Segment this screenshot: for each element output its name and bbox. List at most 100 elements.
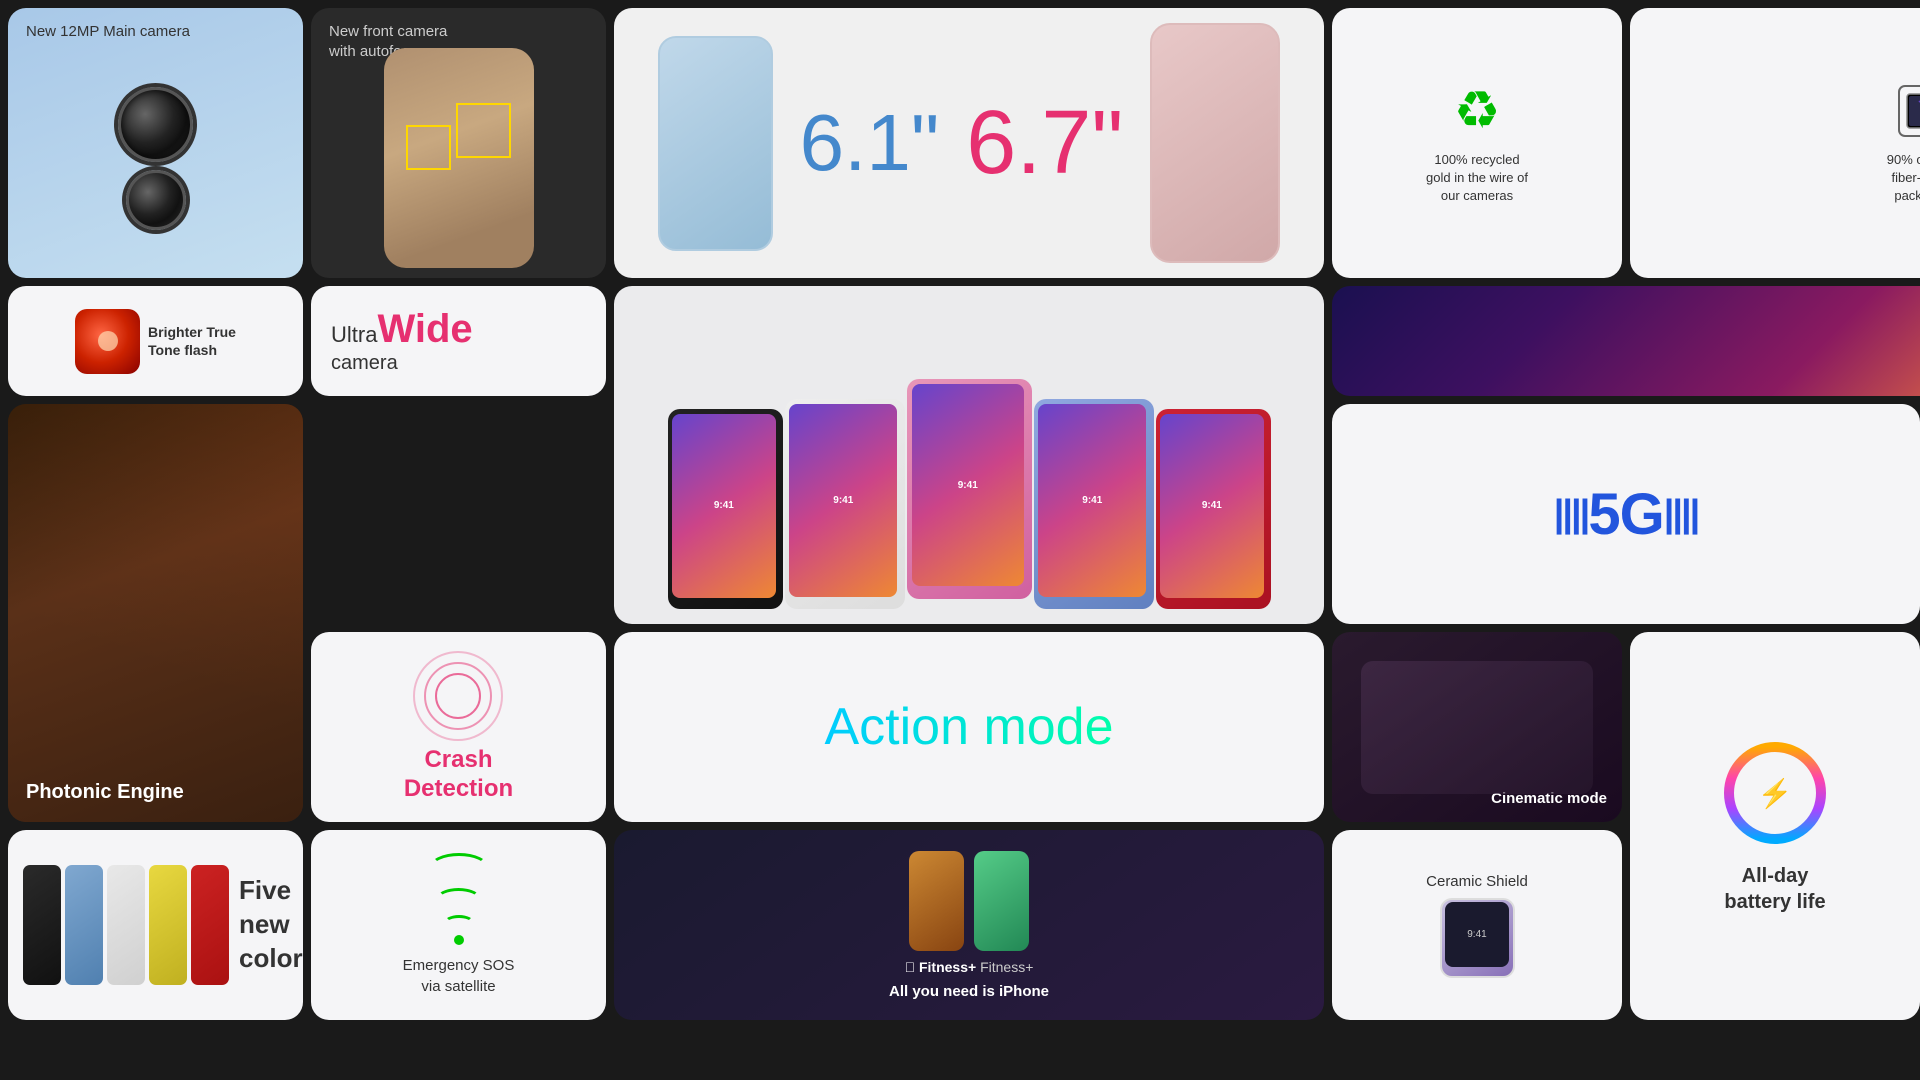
ceramic-phone-screen: 9:41 [1445, 902, 1509, 967]
phone-pink-screen: 9:41 [912, 384, 1025, 586]
phone-color-black [23, 865, 61, 985]
fitness-label-bottom: All you need is iPhone [889, 983, 1049, 1000]
ceramic-tile: Ceramic Shield 9:41 [1332, 830, 1622, 1020]
packaging-tile: 90% or more fiber-based packaging [1630, 8, 1920, 278]
fitness-brand-icon:  Fitness+ [905, 959, 977, 975]
fitness-label-top:  Fitness+ Fitness+ [905, 959, 1034, 975]
front-camera-phone [384, 48, 534, 268]
size-67: 6.7" [966, 92, 1123, 195]
colors-visual: Five new colors [8, 830, 303, 1020]
battery-ring-svg: ⚡ [1720, 738, 1830, 848]
ceramic-label: Ceramic Shield [1426, 873, 1528, 890]
phone-white-screen: 9:41 [789, 404, 897, 597]
true-tone-tile: Brighter True Tone flash [8, 286, 303, 396]
5g-bar-left: |||| [1554, 493, 1589, 536]
phone-red: 9:41 [1156, 409, 1271, 609]
fitness-visual:  Fitness+ Fitness+ All you need is iPho… [874, 830, 1064, 1020]
ceramic-phone: 9:41 [1440, 898, 1515, 978]
xdr-content: Super Retina XDR display [1332, 286, 1920, 396]
phone-color-blue [65, 865, 103, 985]
phone-color-red [191, 865, 229, 985]
camera-selfie-preview [384, 48, 534, 268]
camera-main-title: New 12MP Main camera [26, 22, 190, 42]
crash-detection-tile: Crash Detection [311, 632, 606, 822]
phone-blue-screen: 9:41 [1038, 404, 1146, 597]
svg-text:⚡: ⚡ [1758, 777, 1793, 810]
recycled-label: 100% recycled gold in the wire of our ca… [1426, 151, 1528, 206]
sos-arc-2 [436, 888, 481, 910]
photonic-overlay [8, 404, 303, 822]
crash-ring-inner [435, 673, 481, 719]
camera-main-tile: New 12MP Main camera [8, 8, 303, 278]
size-section: 6.1" 6.7" [614, 8, 1324, 278]
phone-color-yellow [149, 865, 187, 985]
camera-lens-visual [118, 87, 193, 230]
small-phone-body [658, 36, 773, 251]
size-tile: 6.1" 6.7" [614, 8, 1324, 278]
phone-blue: 9:41 [1034, 399, 1154, 609]
crash-visual: Crash Detection [404, 632, 513, 822]
packaging-label: 90% or more fiber-based packaging [1887, 151, 1920, 206]
phone-red-screen: 9:41 [1160, 414, 1264, 598]
fitness-tile:  Fitness+ Fitness+ All you need is iPho… [614, 830, 1324, 1020]
sos-tile: Emergency SOS via satellite [311, 830, 606, 1020]
battery-label: All-day battery life [1724, 863, 1825, 915]
recycle-icon: ♻ [1454, 81, 1501, 141]
cinematic-preview [1361, 661, 1593, 794]
phone-color-white [107, 865, 145, 985]
photonic-tile: Photonic Engine [8, 404, 303, 822]
ultra-word: Ultra [331, 322, 377, 347]
sos-arc-3 [444, 915, 474, 930]
flash-sparkle [98, 331, 118, 351]
sos-arc-1 [429, 853, 489, 883]
phones-lineup: 9:41 9:41 9:41 9:41 9:41 [614, 286, 1324, 624]
sos-label: Emergency SOS via satellite [403, 955, 515, 997]
battery-tile: ⚡ All-day battery life [1630, 632, 1920, 1020]
large-phone-display [1150, 23, 1280, 263]
fitness-people [909, 851, 1029, 951]
small-phone-display [658, 36, 773, 251]
large-phone-body [1150, 23, 1280, 263]
crash-label: Crash Detection [404, 746, 513, 804]
sos-waves [429, 853, 489, 945]
xdr-tile: Super Retina XDR display [1332, 286, 1920, 396]
phone-pink: 9:41 [907, 379, 1032, 599]
secondary-lens [126, 170, 186, 230]
true-tone-label: Brighter True Tone flash [148, 323, 236, 359]
5g-tile: |||| 5G |||| [1332, 404, 1920, 624]
color-phones [23, 865, 229, 985]
sos-dot [454, 935, 464, 945]
wide-word: Wide [377, 307, 472, 351]
camera-word: camera [331, 352, 398, 375]
front-camera-tile: New front camera with autofocus [311, 8, 606, 278]
action-display: Action mode [614, 632, 1324, 822]
phone-box-svg [1889, 81, 1920, 141]
5g-bar-right: |||| [1664, 493, 1699, 536]
photonic-label: Photonic Engine [26, 781, 184, 804]
size-61: 6.1" [800, 97, 940, 189]
cinematic-tile: Cinematic mode [1332, 632, 1622, 822]
5g-display: |||| 5G |||| [1332, 404, 1920, 624]
fitness-person-1 [909, 851, 964, 951]
fitness-person-2 [974, 851, 1029, 951]
5g-number: 5G [1588, 481, 1663, 548]
phone-white: 9:41 [785, 399, 905, 609]
ultrawide-tile: UltraWide camera [311, 286, 606, 396]
action-label: Action mode [824, 697, 1113, 757]
action-mode-tile: Action mode [614, 632, 1324, 822]
flash-icon [75, 309, 140, 374]
focus-box-1 [456, 103, 511, 158]
photonic-bg: Photonic Engine [8, 404, 303, 822]
main-lens [118, 87, 193, 162]
ceramic-screen-time: 9:41 [1467, 929, 1486, 940]
5g-text: |||| 5G |||| [1554, 481, 1698, 548]
five-colors-label: Five new colors [239, 874, 303, 975]
packaging-icon [1889, 81, 1920, 141]
phone-black-screen: 9:41 [672, 414, 776, 598]
phone-black: 9:41 [668, 409, 783, 609]
ultrawide-text: UltraWide [331, 307, 473, 352]
crash-rings [413, 651, 503, 741]
recycled-tile: ♻ 100% recycled gold in the wire of our … [1332, 8, 1622, 278]
focus-box-2 [406, 125, 451, 170]
five-colors-tile: Five new colors [8, 830, 303, 1020]
